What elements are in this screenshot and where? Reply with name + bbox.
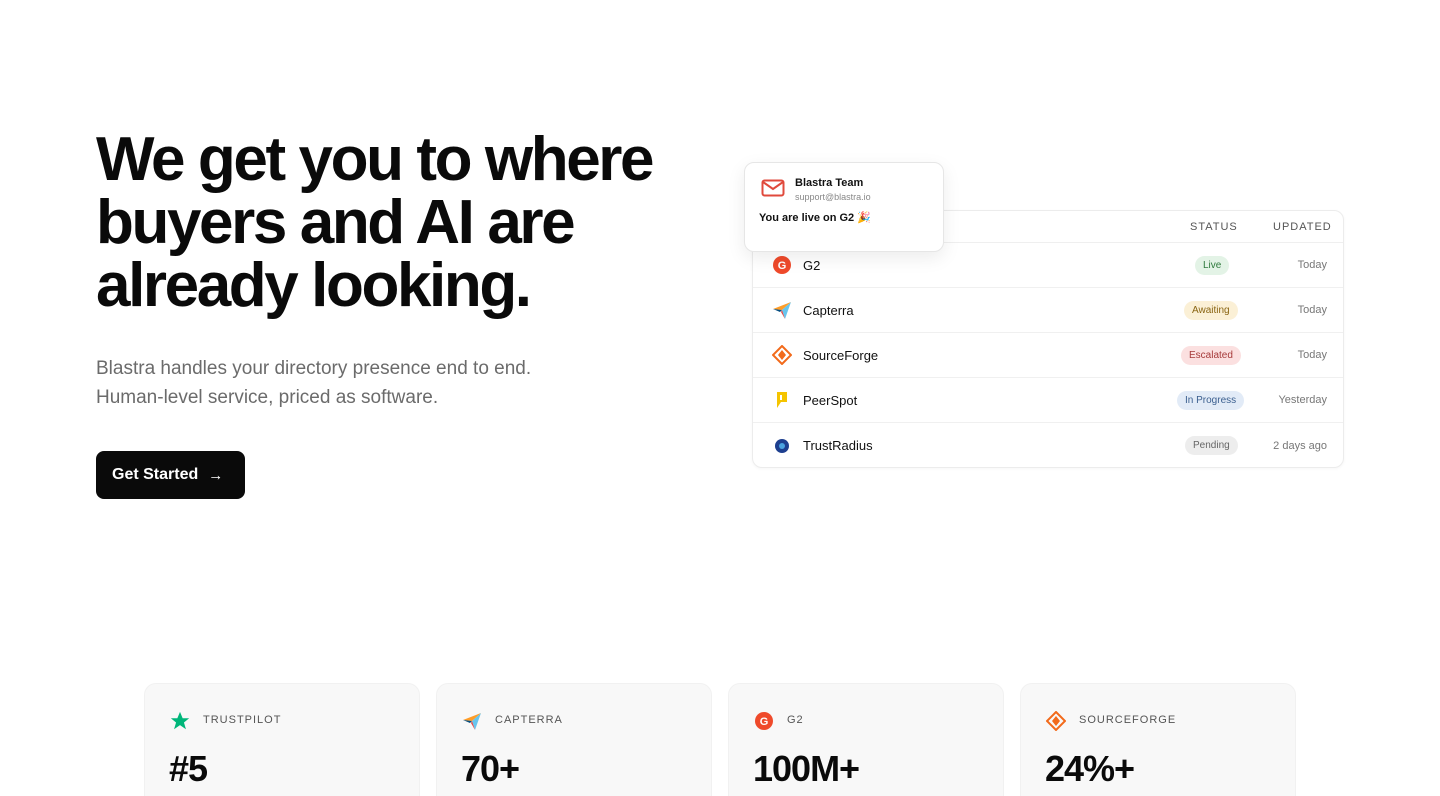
stat-label: G2 — [787, 714, 804, 726]
stat-label: TRUSTPILOT — [203, 714, 282, 726]
stat-card-sourceforge: SOURCEFORGE 24%+ — [1020, 683, 1296, 796]
directory-name: PeerSpot — [803, 392, 858, 408]
stat-value: 100M+ — [753, 748, 860, 789]
updated-column-header: UPDATED — [1273, 220, 1332, 233]
table-row[interactable]: Capterra Awaiting Today — [753, 288, 1343, 333]
updated-time: Today — [1297, 304, 1327, 316]
sourceforge-logo-icon — [1045, 710, 1067, 732]
g2-logo-icon: G — [771, 254, 793, 276]
table-row[interactable]: SourceForge Escalated Today — [753, 333, 1343, 378]
svg-text:G: G — [760, 716, 769, 728]
hero-subtitle-line-2: Human-level service, priced as software. — [96, 387, 439, 408]
stat-card-trustpilot: TRUSTPILOT #5 — [144, 683, 420, 796]
status-column-header: STATUS — [1190, 220, 1238, 233]
updated-time: Today — [1297, 259, 1327, 271]
status-badge: Awaiting — [1184, 300, 1238, 320]
directory-name: Capterra — [803, 302, 854, 318]
trustpilot-star-icon — [169, 710, 191, 732]
stat-card-g2: G G2 100M+ — [728, 683, 1004, 796]
notification-email: support@blastra.io — [795, 192, 871, 202]
peerspot-logo-icon — [771, 389, 793, 411]
status-badge: In Progress — [1177, 390, 1245, 410]
sourceforge-logo-icon — [771, 344, 793, 366]
updated-time: 2 days ago — [1273, 439, 1327, 452]
hero-subtitle-line-1: Blastra handles your directory presence … — [96, 358, 532, 379]
stat-value: 70+ — [461, 748, 520, 789]
updated-time: Today — [1297, 349, 1327, 361]
get-started-label: Get Started — [112, 466, 199, 483]
updated-time: Yesterday — [1278, 394, 1327, 406]
stat-value: 24%+ — [1045, 748, 1135, 789]
svg-text:G: G — [778, 260, 787, 272]
status-badge: Escalated — [1181, 345, 1241, 365]
capterra-logo-icon — [771, 299, 793, 321]
arrow-right-icon: → — [208, 466, 224, 484]
directory-name: G2 — [803, 257, 821, 273]
get-started-button[interactable]: Get Started → — [96, 451, 246, 499]
table-row[interactable]: TrustRadius Pending 2 days ago — [753, 423, 1343, 468]
mail-icon — [761, 179, 785, 202]
hero-title: We get you to where buyers and AI are al… — [96, 125, 655, 320]
notification-card[interactable]: Blastra Team support@blastra.io You are … — [744, 162, 944, 252]
landing-page: We get you to where buyers and AI are al… — [0, 0, 1440, 796]
stat-label: CAPTERRA — [495, 714, 563, 726]
directory-name: SourceForge — [803, 347, 879, 363]
capterra-logo-icon — [461, 710, 483, 732]
notification-sender: Blastra Team — [795, 177, 864, 189]
directory-name: TrustRadius — [803, 438, 873, 453]
stat-value: #5 — [169, 748, 208, 789]
stat-label: SOURCEFORGE — [1079, 714, 1177, 726]
hero-subtitle: Blastra handles your directory presence … — [96, 354, 616, 412]
status-badge: Live — [1195, 255, 1230, 275]
notification-message: You are live on G2 🎉 — [759, 212, 871, 224]
stat-card-capterra: CAPTERRA 70+ — [436, 683, 712, 796]
g2-logo-icon: G — [753, 710, 775, 732]
table-row[interactable]: PeerSpot In Progress Yesterday — [753, 378, 1343, 423]
trustradius-logo-icon — [771, 435, 793, 457]
status-badge: Pending — [1185, 436, 1238, 455]
